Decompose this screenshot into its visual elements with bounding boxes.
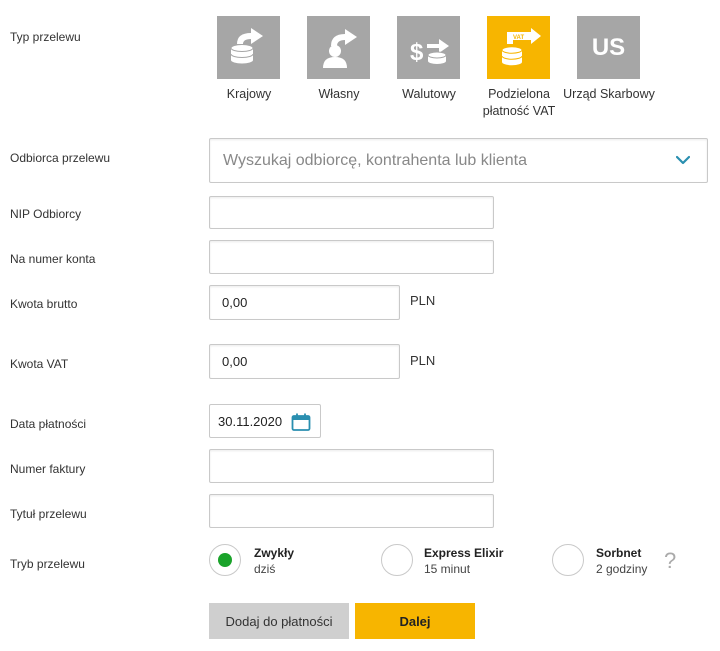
transfer-type-domestic[interactable]	[217, 16, 280, 79]
gross-currency: PLN	[410, 293, 436, 308]
transfer-type-label: Typ przelewu	[10, 30, 81, 44]
transfer-type-currency-label: Walutowy	[402, 87, 456, 101]
domestic-transfer-icon	[225, 24, 273, 72]
transfer-type-domestic-label: Krajowy	[226, 87, 272, 101]
vat-amount-label: Kwota VAT	[10, 357, 69, 371]
currency-transfer-icon: $	[405, 24, 453, 72]
mode-express-elixir-radio[interactable]	[381, 544, 413, 576]
own-transfer-icon	[315, 24, 363, 72]
nip-label: NIP Odbiorcy	[10, 207, 82, 221]
payment-date-label: Data płatności	[10, 417, 87, 431]
mode-standard-title: Zwykły	[254, 546, 295, 560]
vat-currency: PLN	[410, 353, 436, 368]
mode-express-elixir-subtitle: 15 minut	[424, 562, 471, 576]
transfer-title-label: Tytuł przelewu	[10, 507, 87, 521]
transfer-type-own[interactable]	[307, 16, 370, 79]
gross-amount-label: Kwota brutto	[10, 297, 78, 311]
mode-sorbnet-subtitle: 2 godziny	[596, 562, 648, 576]
gross-amount-input[interactable]	[209, 285, 400, 320]
transfer-type-tax-office-label: Urząd Skarbowy	[563, 87, 655, 101]
add-to-payments-button[interactable]: Dodaj do płatności	[209, 603, 349, 639]
next-button[interactable]: Dalej	[355, 603, 475, 639]
transfer-mode-label: Tryb przelewu	[10, 557, 85, 571]
chevron-down-icon[interactable]	[676, 155, 690, 165]
transfer-type-own-label: Własny	[318, 87, 360, 101]
vat-tile-text: VAT	[513, 35, 524, 41]
help-icon[interactable]: ?	[664, 548, 676, 574]
mode-express-elixir-title: Express Elixir	[424, 546, 504, 560]
mode-sorbnet-radio[interactable]	[552, 544, 584, 576]
calendar-icon[interactable]	[291, 413, 311, 431]
tax-office-icon: US	[591, 33, 626, 61]
svg-text:$: $	[410, 39, 424, 66]
split-payment-vat-icon: VAT	[495, 24, 543, 72]
payment-date-value[interactable]: 30.11.2020	[218, 414, 282, 429]
transfer-type-split-vat-label: Podzielona płatność VAT	[482, 87, 556, 118]
invoice-number-input[interactable]	[209, 449, 494, 483]
nip-input[interactable]	[209, 196, 494, 229]
mode-sorbnet-title: Sorbnet	[596, 546, 642, 560]
transfer-type-tax-office[interactable]: US	[577, 16, 640, 79]
account-number-input[interactable]	[209, 240, 494, 274]
vat-amount-input[interactable]	[209, 344, 400, 379]
payment-date-picker[interactable]: 30.11.2020	[209, 404, 321, 438]
account-label: Na numer konta	[10, 252, 96, 266]
recipient-search-input[interactable]	[209, 138, 708, 183]
transfer-title-input[interactable]	[209, 494, 494, 528]
mode-standard-radio[interactable]	[209, 544, 241, 576]
radio-selected-dot	[218, 553, 232, 567]
invoice-number-label: Numer faktury	[10, 462, 86, 476]
transfer-type-currency[interactable]: $	[397, 16, 460, 79]
mode-standard-subtitle: dziś	[254, 562, 276, 576]
recipient-label: Odbiorca przelewu	[10, 151, 111, 165]
transfer-type-split-vat[interactable]: VAT	[487, 16, 550, 79]
